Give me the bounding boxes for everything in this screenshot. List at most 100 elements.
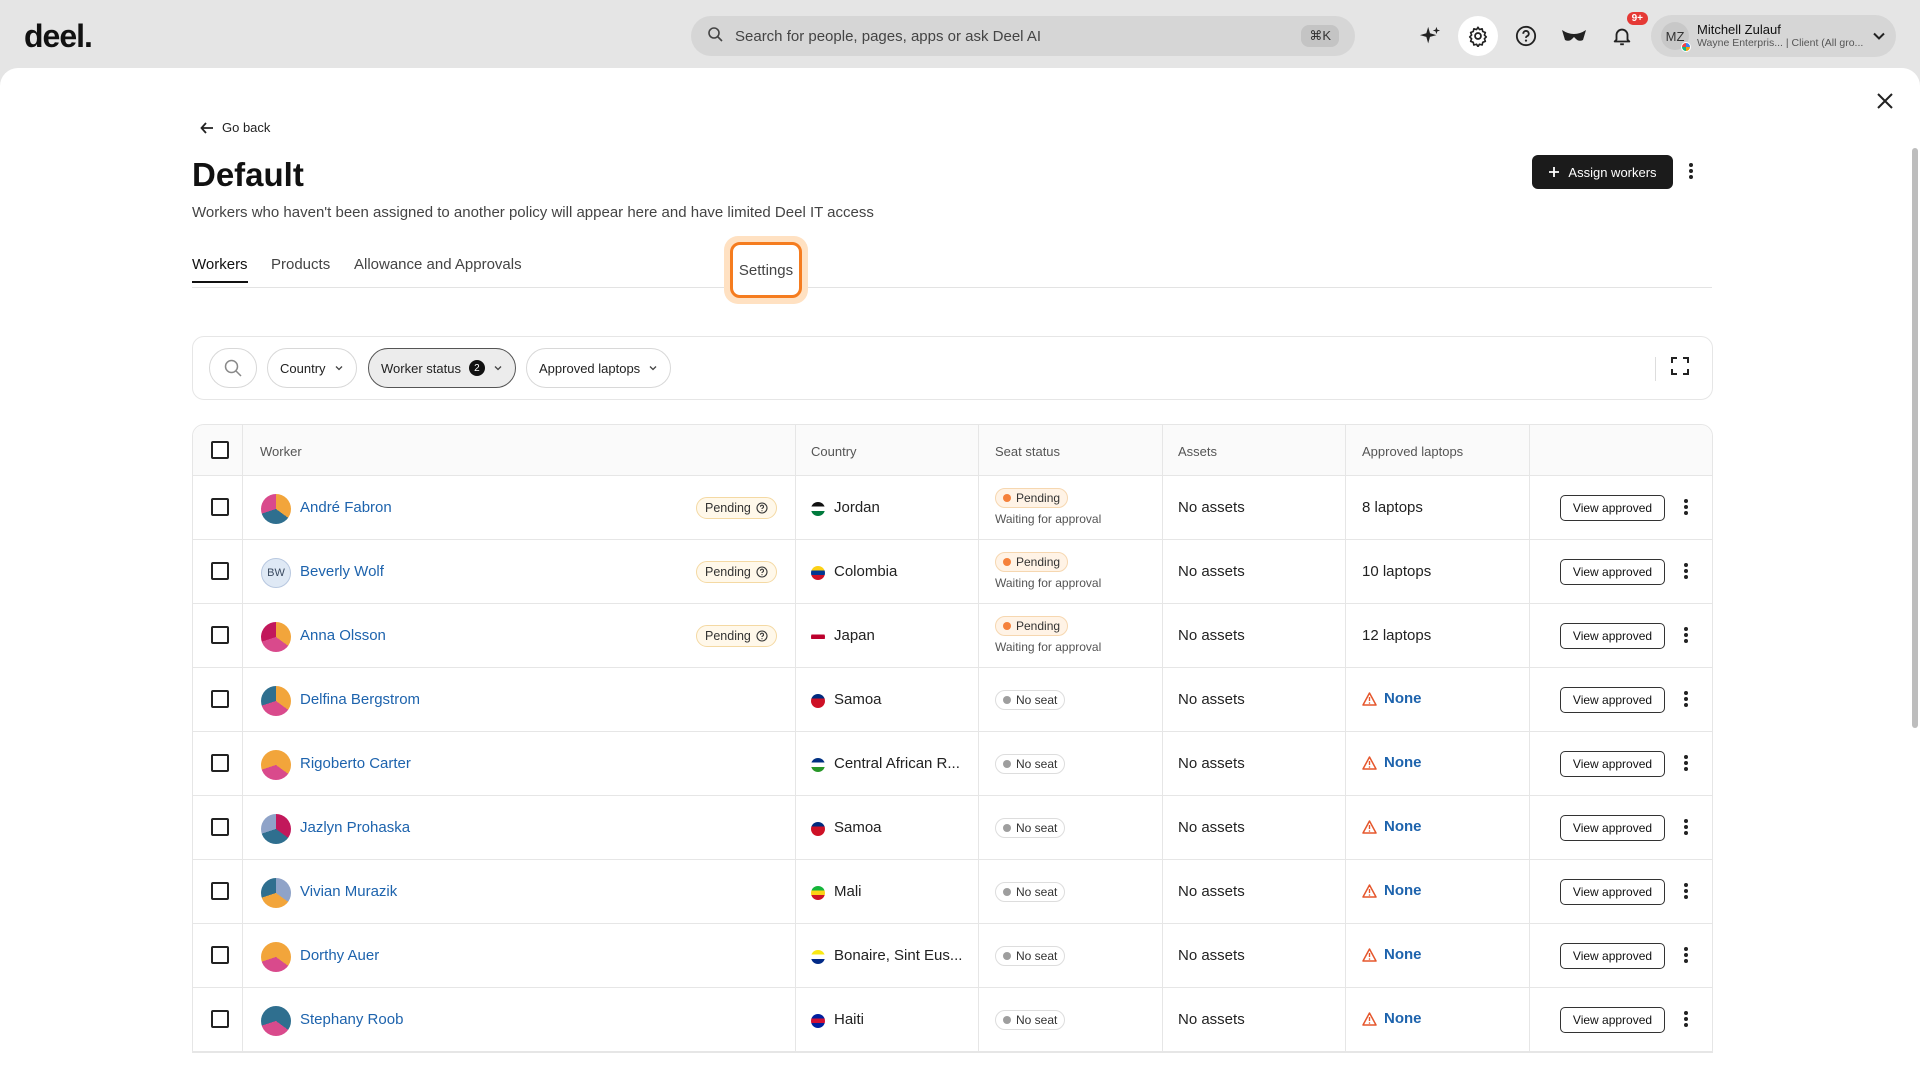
help-button[interactable] (1506, 16, 1546, 56)
tab-allowance-approvals[interactable]: Allowance and Approvals (354, 256, 522, 273)
scrollbar[interactable] (1912, 148, 1918, 728)
header-country[interactable]: Country (811, 444, 857, 459)
view-approved-button[interactable]: View approved (1560, 751, 1665, 777)
view-approved-button[interactable]: View approved (1560, 879, 1665, 905)
ai-sparkle-button[interactable] (1410, 16, 1450, 56)
row-checkbox[interactable] (211, 818, 229, 836)
row-checkbox[interactable] (211, 690, 229, 708)
worker-name-link[interactable]: Rigoberto Carter (300, 755, 411, 772)
approved-laptops-none-link[interactable]: None (1362, 946, 1422, 963)
view-approved-button[interactable]: View approved (1560, 559, 1665, 585)
avatar (261, 942, 291, 972)
more-options-button[interactable] (1688, 162, 1694, 185)
worker-name-link[interactable]: Dorthy Auer (300, 947, 379, 964)
row-more-button[interactable] (1683, 498, 1689, 521)
header-worker[interactable]: Worker (260, 444, 302, 459)
worker-status-filter[interactable]: Worker status 2 (368, 348, 516, 388)
view-approved-button[interactable]: View approved (1560, 815, 1665, 841)
worker-pending-badge[interactable]: Pending (696, 625, 777, 647)
seat-status-badge: No seat (995, 754, 1066, 774)
seat-status-subtext: Waiting for approval (995, 640, 1102, 654)
row-more-button[interactable] (1683, 754, 1689, 777)
table-row[interactable]: BW Beverly Wolf Pending Colombia Pending Wait… (193, 540, 1712, 604)
avatar (261, 1006, 291, 1036)
go-back-link[interactable]: Go back (200, 120, 270, 135)
deel-logo[interactable]: deel. (24, 18, 93, 55)
view-approved-button[interactable]: View approved (1560, 1007, 1665, 1033)
global-search[interactable]: Search for people, pages, apps or ask De… (691, 16, 1355, 56)
table-row[interactable]: Delfina Bergstrom Samoa No seat No assets No… (193, 668, 1712, 732)
table-row[interactable]: Dorthy Auer Bonaire, Sint Eus... No seat No… (193, 924, 1712, 988)
fullscreen-button[interactable] (1671, 357, 1689, 380)
approved-laptops-none-link[interactable]: None (1362, 690, 1422, 707)
table-row[interactable]: Jazlyn Prohaska Samoa No seat No assets None… (193, 796, 1712, 860)
view-approved-button[interactable]: View approved (1560, 943, 1665, 969)
row-more-button[interactable] (1683, 562, 1689, 585)
worker-name-link[interactable]: Stephany Roob (300, 1011, 403, 1028)
table-row[interactable]: Vivian Murazik Mali No seat No assets None Vi… (193, 860, 1712, 924)
header-seat-status[interactable]: Seat status (995, 444, 1060, 459)
status-dot-icon (1003, 696, 1011, 704)
table-row[interactable]: Anna Olsson Pending Japan Pending Waiting fo… (193, 604, 1712, 668)
worker-name-link[interactable]: Delfina Bergstrom (300, 691, 420, 708)
worker-name-link[interactable]: Jazlyn Prohaska (300, 819, 410, 836)
row-more-button[interactable] (1683, 818, 1689, 841)
tab-workers[interactable]: Workers (192, 256, 248, 283)
kebab-icon (1684, 883, 1688, 899)
row-checkbox[interactable] (211, 626, 229, 644)
worker-name-link[interactable]: Anna Olsson (300, 627, 386, 644)
header-assets[interactable]: Assets (1178, 444, 1217, 459)
row-checkbox[interactable] (211, 754, 229, 772)
select-all-checkbox[interactable] (211, 441, 229, 459)
row-checkbox[interactable] (211, 882, 229, 900)
tab-settings[interactable]: Settings (730, 242, 802, 298)
worker-pending-badge[interactable]: Pending (696, 561, 777, 583)
profile-menu[interactable]: MZ Mitchell Zulauf Wayne Enterpris... | … (1651, 15, 1896, 57)
row-checkbox[interactable] (211, 498, 229, 516)
close-button[interactable] (1876, 92, 1894, 115)
view-approved-button[interactable]: View approved (1560, 623, 1665, 649)
approved-laptops-none-link[interactable]: None (1362, 1010, 1422, 1027)
row-more-button[interactable] (1683, 946, 1689, 969)
country-name: Colombia (834, 563, 898, 580)
assets-value: No assets (1178, 755, 1245, 772)
row-checkbox[interactable] (211, 562, 229, 580)
avatar (261, 750, 291, 780)
header-approved-laptops[interactable]: Approved laptops (1362, 444, 1463, 459)
warning-icon (1362, 819, 1377, 834)
table-row[interactable]: Rigoberto Carter Central African R... No s… (193, 732, 1712, 796)
approved-laptops-filter[interactable]: Approved laptops (526, 348, 672, 388)
country-flag-icon (811, 822, 825, 836)
workspace-button[interactable] (1554, 16, 1594, 56)
worker-name-link[interactable]: Vivian Murazik (300, 883, 397, 900)
country-filter[interactable]: Country (267, 348, 357, 388)
worker-pending-badge[interactable]: Pending (696, 497, 777, 519)
worker-name-link[interactable]: André Fabron (300, 499, 392, 516)
assign-workers-button[interactable]: Assign workers (1532, 155, 1673, 189)
row-more-button[interactable] (1683, 1010, 1689, 1033)
approved-laptops-none-link[interactable]: None (1362, 818, 1422, 835)
view-approved-button[interactable]: View approved (1560, 687, 1665, 713)
row-more-button[interactable] (1683, 882, 1689, 905)
row-more-button[interactable] (1683, 690, 1689, 713)
notifications-button[interactable]: 9+ (1602, 12, 1648, 56)
settings-button[interactable] (1458, 16, 1498, 56)
row-checkbox[interactable] (211, 1010, 229, 1028)
approved-laptops-none-link[interactable]: None (1362, 882, 1422, 899)
table-row[interactable]: Stephany Roob Haiti No seat No assets None Vi… (193, 988, 1712, 1052)
row-more-button[interactable] (1683, 626, 1689, 649)
table-body: André Fabron Pending Jordan Pending Waiting … (193, 476, 1712, 1052)
country-flag-icon (811, 886, 825, 900)
view-approved-button[interactable]: View approved (1560, 495, 1665, 521)
avatar (261, 686, 291, 716)
gear-icon (1468, 26, 1488, 47)
table-row[interactable]: André Fabron Pending Jordan Pending Waiting … (193, 476, 1712, 540)
approved-laptops-none-link[interactable]: None (1362, 754, 1422, 771)
country-flag-icon (811, 950, 825, 964)
row-checkbox[interactable] (211, 946, 229, 964)
tab-products[interactable]: Products (271, 256, 330, 273)
table-search-button[interactable] (209, 348, 257, 388)
warning-icon (1362, 691, 1377, 706)
tab-bar: Workers Products Allowance and Approvals… (192, 236, 1712, 304)
worker-name-link[interactable]: Beverly Wolf (300, 563, 384, 580)
